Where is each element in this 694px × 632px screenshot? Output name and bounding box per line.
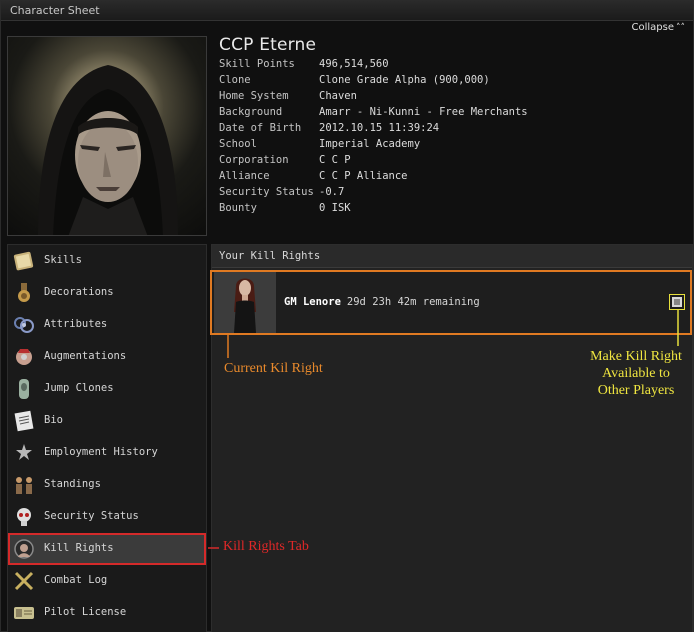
annotation-kill-rights-tab: Kill Rights Tab bbox=[223, 539, 309, 554]
annotation-make-available-line-3: Other Players bbox=[597, 383, 675, 398]
annotation-make-available-line-1: Make Kill Right bbox=[590, 349, 682, 364]
annotation-current-kill-right: Current Kil Right bbox=[224, 361, 323, 376]
annotation-make-available: Make Kill Right Available to Other Playe… bbox=[586, 348, 686, 399]
character-sheet-window: Character Sheet Collapse ˄˄ CCP Eterne Sk… bbox=[0, 0, 694, 632]
annotation-lines bbox=[208, 309, 679, 549]
annotation-make-available-line-2: Available to bbox=[602, 366, 670, 381]
